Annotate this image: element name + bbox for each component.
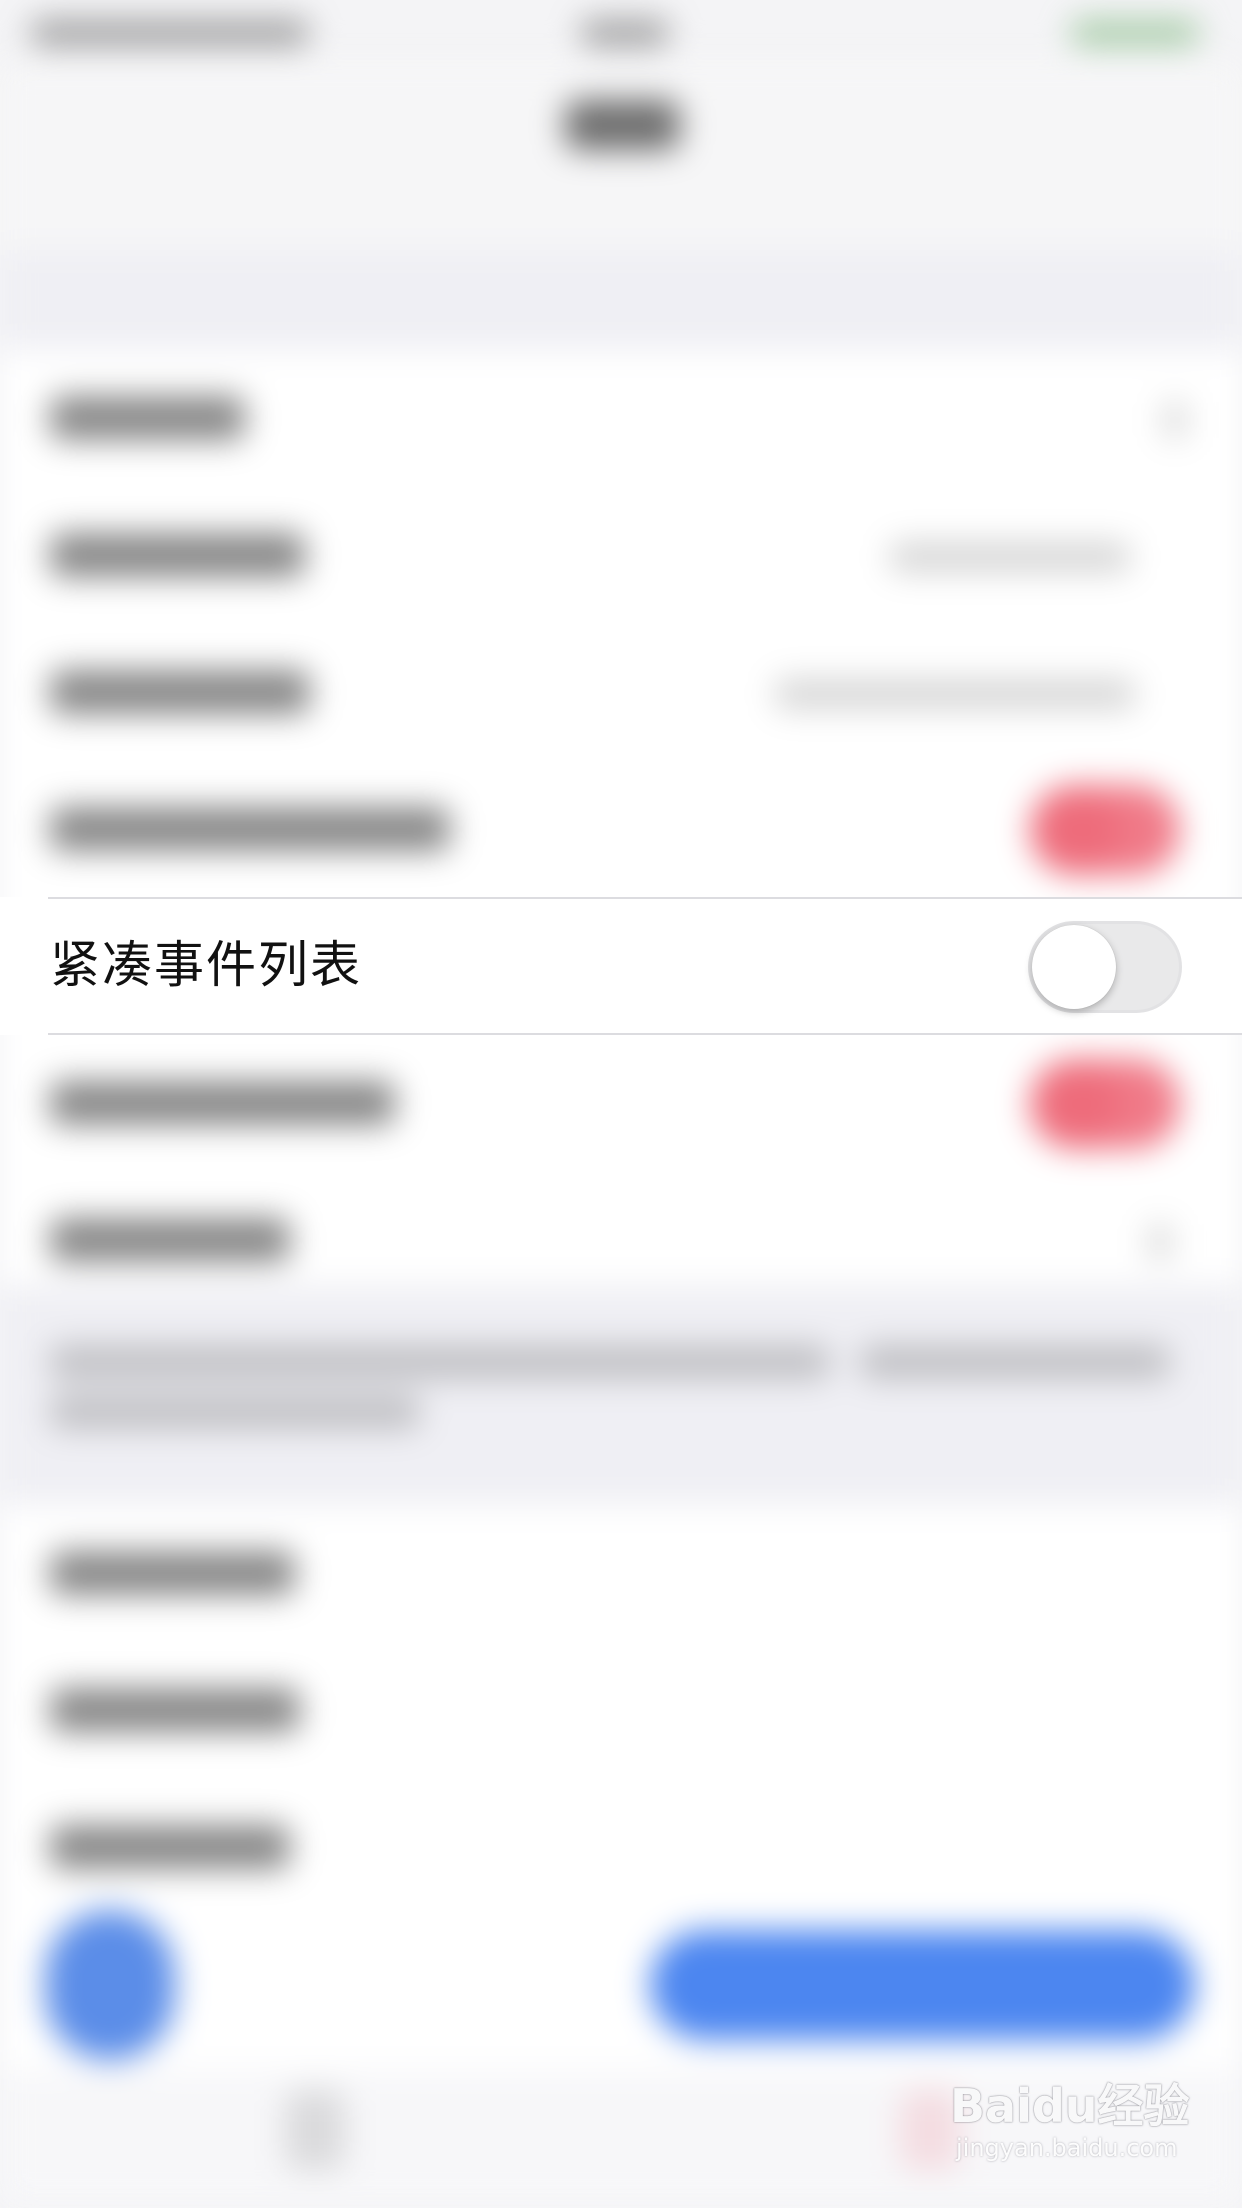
floating-button[interactable]: [45, 1910, 175, 2060]
divider: [48, 897, 1242, 899]
status-bar: [0, 0, 1242, 60]
page-title: [565, 100, 680, 150]
compact-event-list-label: 紧凑事件列表: [50, 936, 362, 994]
watermark-url: jingyan.baidu.com: [956, 2134, 1178, 2162]
compact-event-list-row: 紧凑事件列表: [0, 897, 1242, 1035]
settings-row[interactable]: [0, 350, 1242, 487]
settings-screen: 紧凑事件列表 Baidu经验 jingyan.baidu.com: [0, 0, 1242, 2208]
settings-row[interactable]: [0, 487, 1242, 624]
baidu-watermark: Baidu经验 jingyan.baidu.com: [950, 2070, 1190, 2180]
primary-button[interactable]: [650, 1930, 1195, 2040]
settings-group: [0, 350, 1242, 1285]
settings-row[interactable]: [0, 761, 1242, 898]
tab-icon[interactable]: [285, 2090, 345, 2170]
settings-row[interactable]: [0, 1505, 1242, 1642]
watermark-logo: Baidu经验: [950, 2079, 1190, 2133]
blurred-background: [0, 0, 1242, 2208]
settings-row[interactable]: [0, 624, 1242, 761]
settings-row[interactable]: [0, 1642, 1242, 1779]
settings-row[interactable]: [0, 1035, 1242, 1172]
toggle-knob: [1032, 925, 1116, 1009]
settings-row[interactable]: [0, 1779, 1242, 1916]
nav-bar: [0, 60, 1242, 250]
compact-event-list-toggle[interactable]: [1028, 921, 1182, 1013]
divider: [48, 1033, 1242, 1035]
